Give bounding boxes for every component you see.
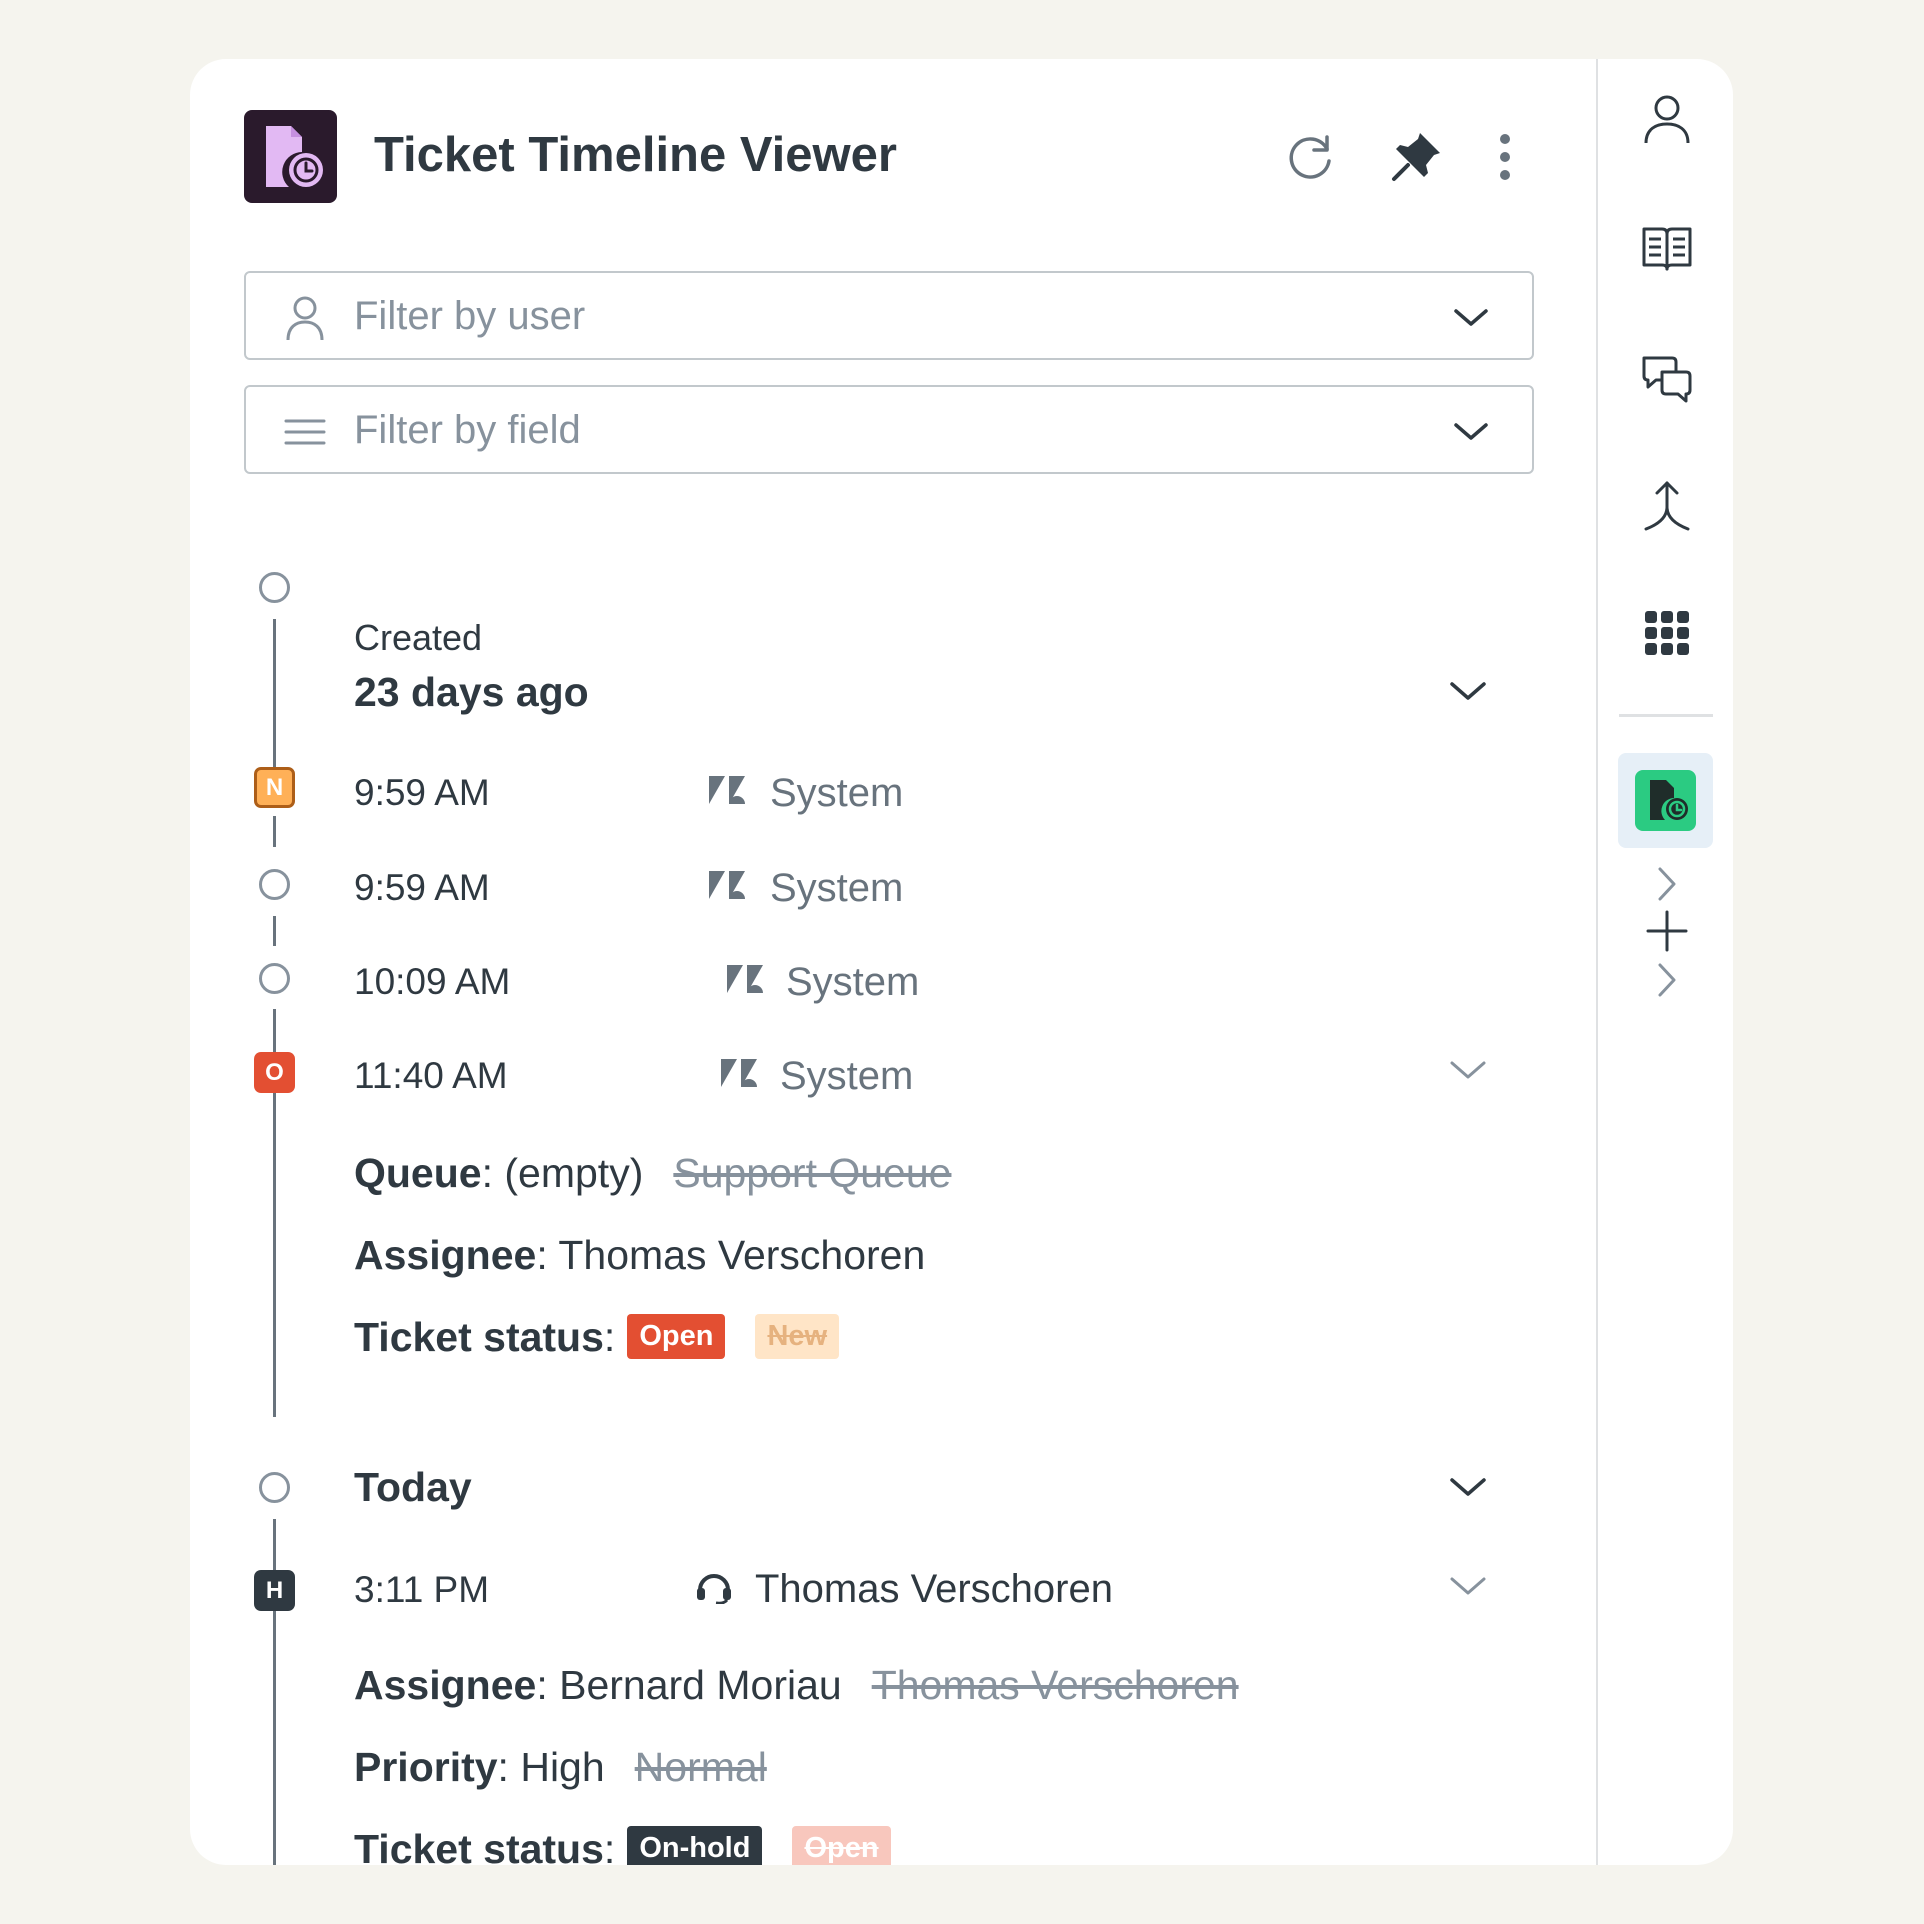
change-old-value: Thomas Verschoren: [871, 1662, 1239, 1708]
timeline-node: [259, 572, 290, 603]
timeline-connector: [273, 1519, 276, 1571]
status-pill-old: New: [755, 1314, 840, 1359]
chevron-down-icon[interactable]: [1448, 1055, 1488, 1085]
timeline-connector: [273, 1611, 276, 1865]
event-user: System: [770, 866, 904, 910]
chevron-down-icon[interactable]: [1448, 676, 1488, 706]
filter-by-field-dropdown[interactable]: Filter by field: [244, 385, 1534, 474]
event-user: System: [770, 771, 904, 815]
group-title: 23 days ago: [354, 669, 589, 715]
chevron-down-icon[interactable]: [1448, 1472, 1488, 1502]
change-old-value: Normal: [634, 1744, 767, 1790]
main-panel: Ticket Timeline Viewer Filter by user Fi…: [190, 59, 1676, 1865]
filter-field-placeholder: Filter by field: [354, 408, 581, 452]
event-time: 9:59 AM: [354, 867, 490, 908]
merge-icon[interactable]: [1638, 477, 1696, 535]
change-queue: Queue: (empty) Support Queue: [354, 1150, 952, 1196]
status-badge-hold: H: [254, 1570, 295, 1611]
group-title: Today: [354, 1464, 472, 1510]
plus-icon[interactable]: [1638, 902, 1696, 960]
status-pill-old: Open: [792, 1826, 891, 1865]
chevron-down-icon: [1452, 417, 1490, 445]
event-user: System: [780, 1054, 914, 1098]
timeline-node: [259, 963, 290, 994]
timeline-connector: [273, 916, 276, 946]
status-badge-open: O: [254, 1052, 295, 1093]
chevron-down-icon[interactable]: [1448, 1571, 1488, 1601]
status-badge-new: N: [254, 767, 295, 808]
timeline-connector: [273, 619, 276, 767]
apps-grid-icon[interactable]: [1638, 604, 1696, 662]
filter-by-user-dropdown[interactable]: Filter by user: [244, 271, 1534, 360]
timeline-connector: [273, 816, 276, 847]
change-key: Priority: [354, 1744, 498, 1790]
change-new-value: Thomas Verschoren: [558, 1232, 926, 1278]
user-icon: [284, 295, 326, 341]
change-key: Assignee: [354, 1232, 537, 1278]
lines-icon: [284, 409, 326, 455]
timeline-logo-icon: [266, 126, 323, 187]
event-time: 11:40 AM: [354, 1055, 508, 1096]
user-icon[interactable]: [1638, 91, 1696, 149]
app-logo: [244, 110, 337, 203]
more-vertical-icon[interactable]: [1485, 127, 1525, 187]
app-sidebar-rail: [1596, 59, 1733, 1865]
change-key: Queue: [354, 1150, 482, 1196]
rail-divider: [1619, 714, 1713, 717]
change-key: Assignee: [354, 1662, 537, 1708]
change-key: Ticket status: [354, 1314, 604, 1360]
chevron-down-icon: [1452, 303, 1490, 331]
change-old-value: Support Queue: [673, 1150, 952, 1196]
status-pill-on-hold: On-hold: [627, 1826, 763, 1865]
event-time: 3:11 PM: [354, 1569, 490, 1610]
event-time: 10:09 AM: [354, 961, 511, 1002]
timeline-node: [259, 1472, 290, 1503]
headset-icon: [694, 1570, 734, 1605]
timeline-node: [259, 869, 290, 900]
refresh-icon[interactable]: [1281, 127, 1341, 187]
chat-icon[interactable]: [1638, 348, 1696, 406]
change-assignee: Assignee: Thomas Verschoren: [354, 1232, 926, 1278]
change-key: Ticket status: [354, 1826, 604, 1865]
app-title: Ticket Timeline Viewer: [374, 128, 897, 182]
change-priority: Priority: High Normal: [354, 1744, 767, 1790]
pin-icon[interactable]: [1386, 127, 1446, 187]
zendesk-icon: [707, 774, 747, 808]
change-ticket-status: Ticket status: On-hold Open: [354, 1824, 891, 1865]
timeline-connector: [273, 1009, 276, 1052]
timeline-app-icon: [1635, 770, 1696, 831]
zendesk-icon: [725, 963, 765, 997]
filter-user-placeholder: Filter by user: [354, 294, 586, 338]
change-new-value: High: [520, 1744, 605, 1790]
change-assignee: Assignee: Bernard Moriau Thomas Verschore…: [354, 1662, 1239, 1708]
app-card: Ticket Timeline Viewer Filter by user Fi…: [190, 59, 1733, 1865]
zendesk-icon: [707, 869, 747, 903]
event-user: Thomas Verschoren: [755, 1567, 1113, 1611]
status-pill-open: Open: [627, 1314, 726, 1359]
zendesk-icon: [719, 1057, 759, 1091]
group-label: Created: [354, 617, 483, 658]
change-new-value: Bernard Moriau: [559, 1662, 842, 1708]
timeline-connector: [273, 1091, 276, 1417]
timeline-app-button[interactable]: [1618, 753, 1713, 848]
event-time: 9:59 AM: [354, 772, 490, 813]
book-icon[interactable]: [1638, 219, 1696, 277]
change-new-value: (empty): [504, 1150, 644, 1196]
change-ticket-status: Ticket status: Open New: [354, 1312, 840, 1362]
event-user: System: [786, 960, 920, 1004]
